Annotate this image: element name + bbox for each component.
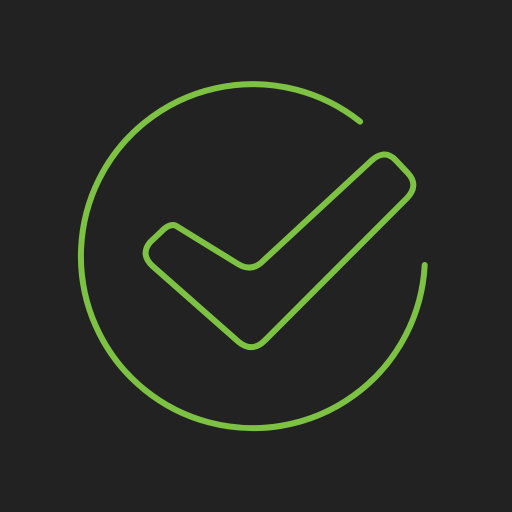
circle-arc xyxy=(77,81,428,432)
check-circle-icon xyxy=(77,81,428,432)
app-icon xyxy=(0,0,512,512)
checkmark-outline xyxy=(142,151,417,351)
